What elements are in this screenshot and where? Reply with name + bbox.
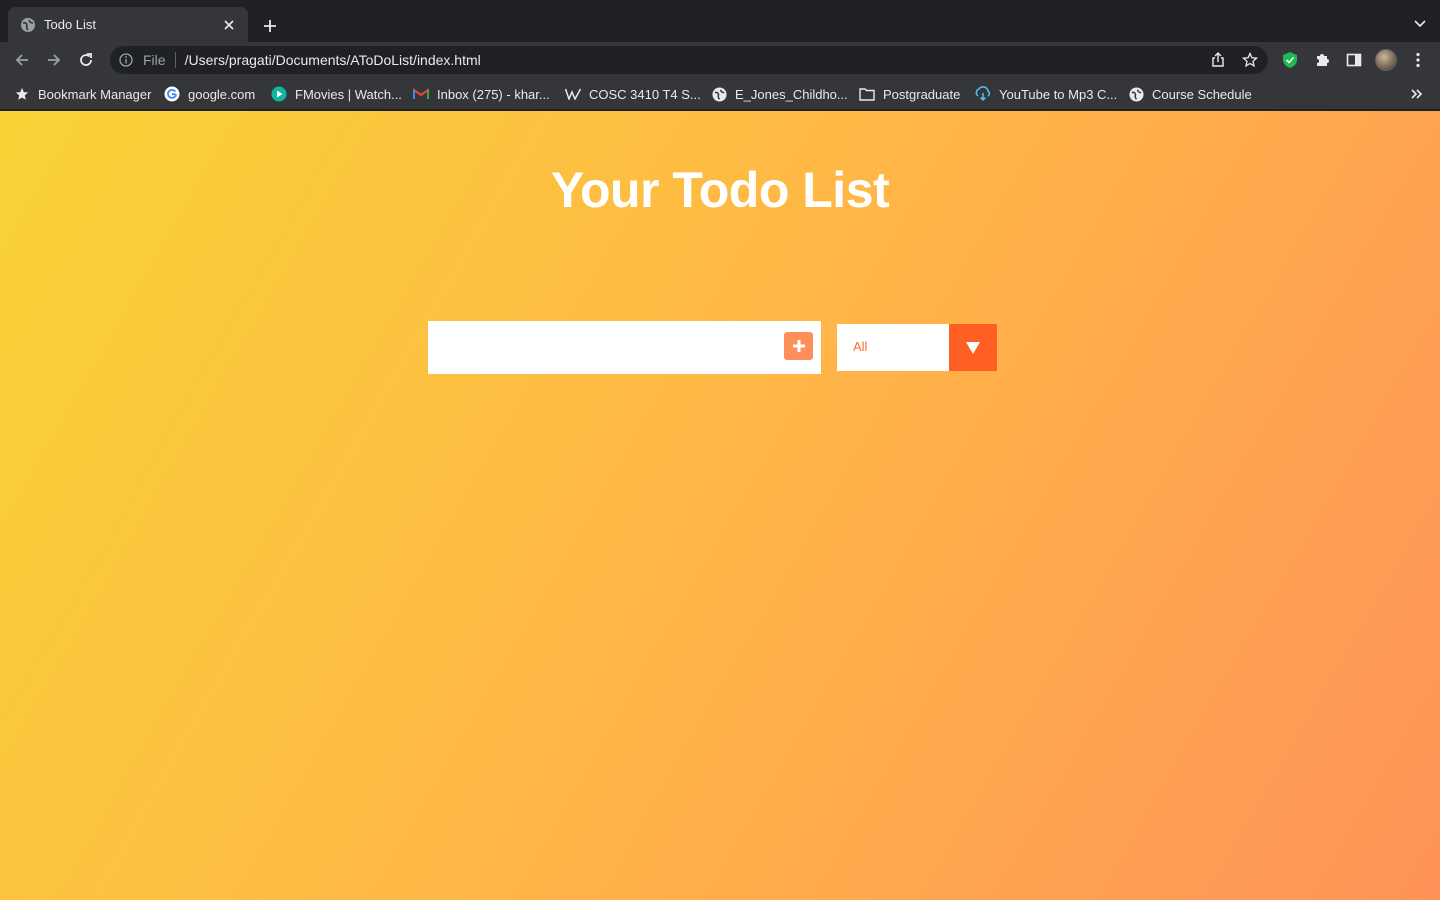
bookmark-label: google.com [188,86,256,102]
filter-selected-value: All [853,339,868,354]
todo-form [428,321,821,374]
shield-extension-icon[interactable] [1278,48,1302,72]
bookmark-label: Bookmark Manager [38,86,152,102]
plus-icon [792,340,805,352]
bookmark-label: COSC 3410 T4 S... [589,86,701,102]
bookmark-label: Course Schedule [1152,86,1252,102]
browser-tab[interactable]: Todo List [8,7,248,42]
arrow-left-icon [15,54,28,66]
address-bar[interactable]: File /Users/pragati/Documents/AToDoList/… [110,46,1268,74]
play-icon [271,86,287,102]
add-todo-button[interactable] [784,332,813,360]
triangle-down-icon [966,341,980,354]
address-divider [174,52,176,68]
google-icon [164,86,180,102]
download-icon [975,86,991,102]
more-vertical-icon [1416,52,1420,68]
side-panel-icon[interactable] [1342,48,1366,72]
bookmark-item[interactable]: FMovies | Watch... [271,85,402,103]
bookmark-item[interactable]: E_Jones_Childho... [711,85,848,103]
bookmark-item[interactable]: Inbox (275) - khar... [413,85,550,103]
star-icon [14,86,30,102]
bookmark-label: YouTube to Mp3 C... [999,86,1118,102]
globe-icon [1128,86,1144,102]
url-text[interactable]: /Users/pragati/Documents/AToDoList/index… [185,52,1204,68]
browser-toolbar: File /Users/pragati/Documents/AToDoList/… [0,42,1440,78]
more-bookmarks-icon[interactable] [1408,85,1426,103]
profile-avatar[interactable] [1374,48,1398,72]
bookmark-item[interactable]: google.com [164,85,255,103]
share-icon[interactable] [1204,46,1232,74]
todo-app-page: Your Todo List All [0,111,1440,900]
arrow-right-icon [48,54,61,66]
chevron-down-icon [1414,20,1426,28]
plus-icon [264,20,276,32]
todo-input[interactable] [428,321,778,374]
bookmark-item[interactable]: Course Schedule [1128,85,1252,103]
bookmark-label: Postgraduate [883,86,961,102]
bookmark-item[interactable]: YouTube to Mp3 C... [975,85,1117,103]
bookmark-star-icon[interactable] [1236,46,1264,74]
tab-search-button[interactable] [1412,16,1428,32]
page-title: Your Todo List [550,162,890,218]
bookmark-item[interactable]: Postgraduate [859,85,960,103]
bookmark-label: E_Jones_Childho... [735,86,848,102]
info-icon[interactable] [119,53,133,67]
tab-title: Todo List [44,17,97,32]
close-tab-icon[interactable] [220,16,238,34]
globe-icon [20,17,36,33]
filter-dropdown-toggle[interactable] [949,324,997,371]
globe-icon [711,86,727,102]
filter-select[interactable]: All [837,324,997,371]
bookmark-label: Inbox (275) - khar... [437,86,550,102]
wikipedia-icon [565,86,581,102]
tab-strip: Todo List [0,0,1440,42]
bookmark-item[interactable]: Bookmark Manager [14,85,151,103]
browser-menu-button[interactable] [1406,48,1430,72]
forward-button[interactable] [42,48,66,72]
gmail-icon [413,86,429,102]
bookmark-item[interactable]: COSC 3410 T4 S... [565,85,701,103]
reload-button[interactable] [74,48,98,72]
new-tab-button[interactable] [258,14,282,38]
back-button[interactable] [10,48,34,72]
avatar [1375,49,1397,71]
folder-icon [859,86,875,102]
bookmark-label: FMovies | Watch... [295,86,402,102]
url-scheme: File [143,52,166,68]
reload-icon [80,53,92,66]
bookmarks-bar: Bookmark Manager google.com FMovies | Wa… [0,78,1440,110]
puzzle-extensions-icon[interactable] [1310,48,1334,72]
